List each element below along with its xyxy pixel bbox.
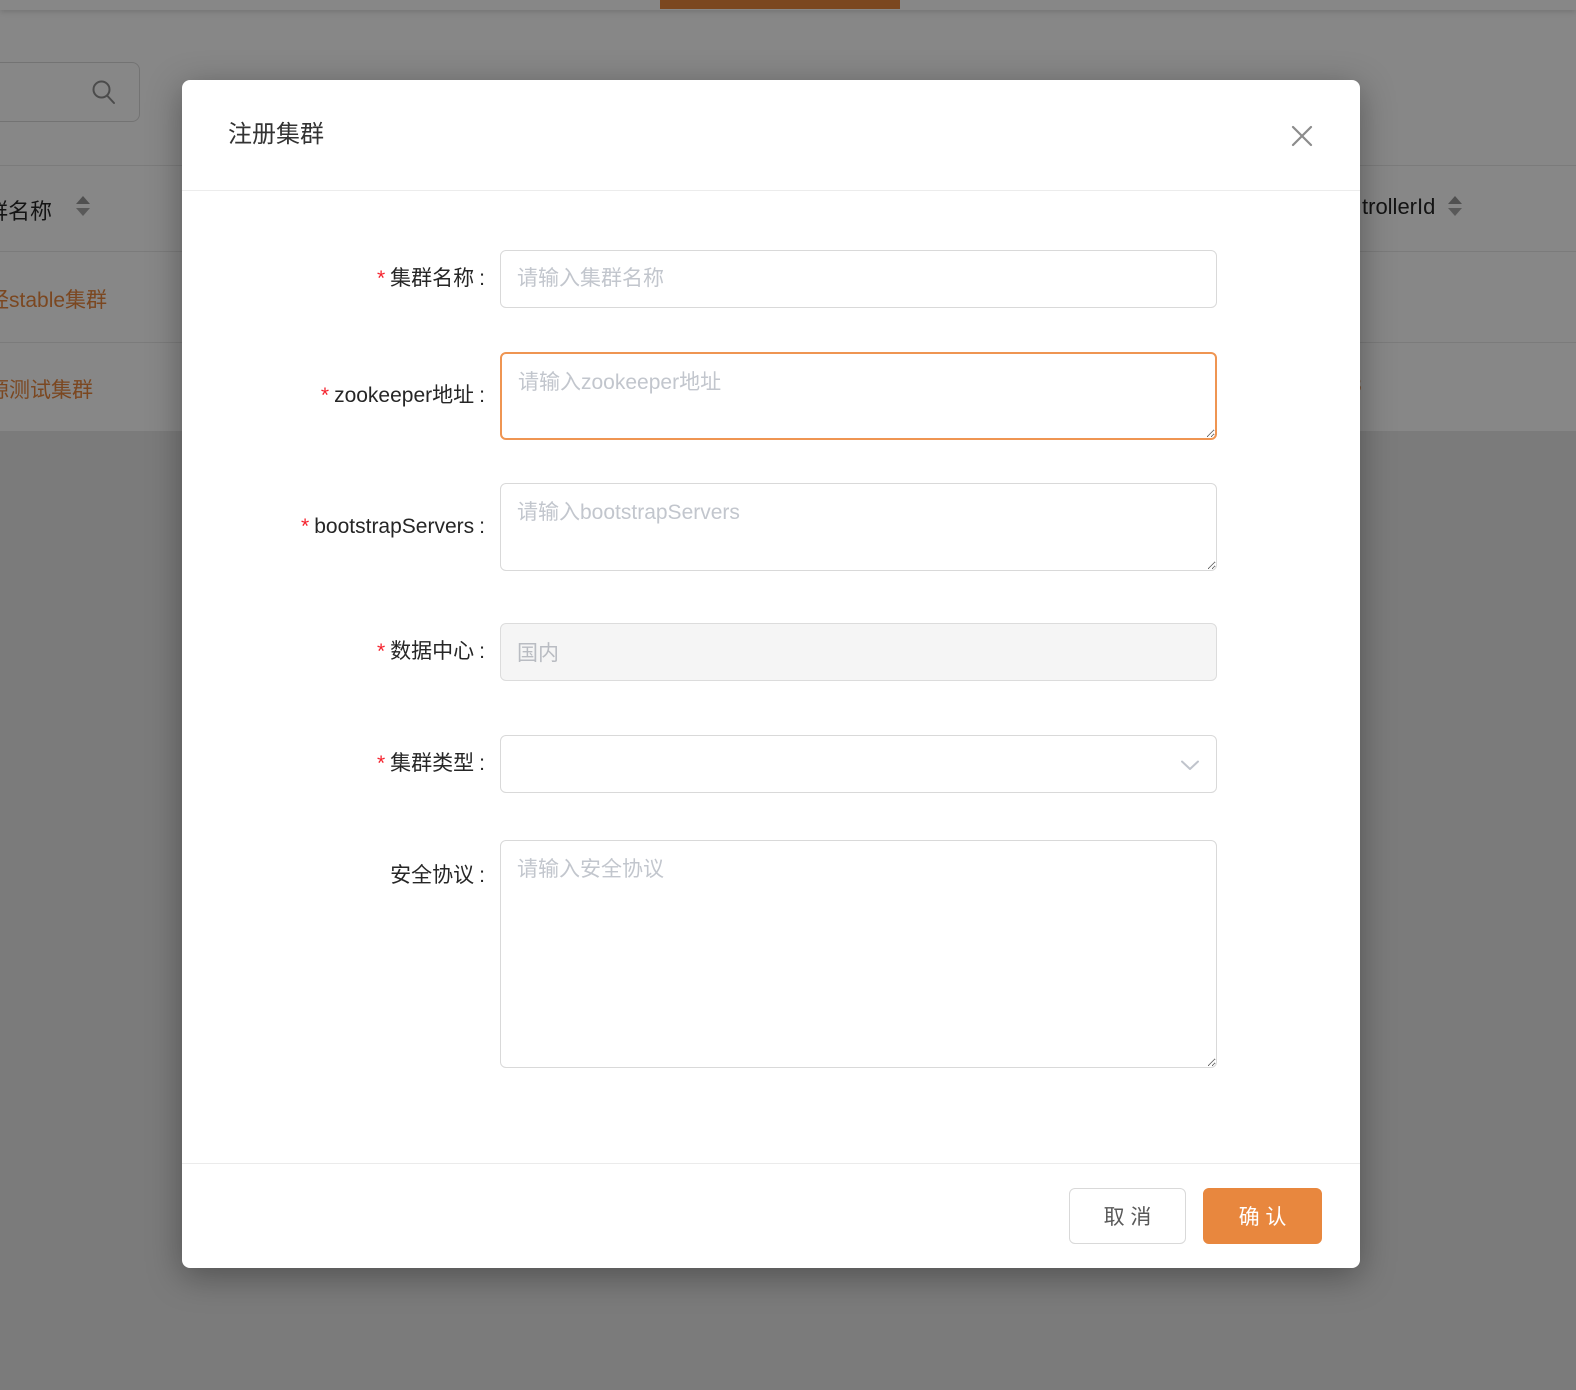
cluster-name-input[interactable]: [500, 250, 1217, 308]
field-label-text: 安全协议: [390, 864, 474, 887]
label-colon: :: [479, 752, 485, 775]
field-label: *zookeeper地址:: [182, 352, 485, 440]
required-mark: *: [377, 752, 385, 775]
field-label-text: 集群名称: [390, 267, 474, 290]
field-label-text: bootstrapServers: [314, 515, 474, 538]
field-label: *集群名称:: [182, 250, 485, 308]
required-mark: *: [321, 384, 329, 407]
label-colon: :: [479, 515, 485, 538]
label-colon: :: [479, 267, 485, 290]
field-label: *数据中心:: [182, 623, 485, 681]
security-protocol-textarea[interactable]: [500, 840, 1217, 1068]
label-colon: :: [479, 864, 485, 887]
cancel-button[interactable]: 取 消: [1069, 1188, 1186, 1244]
label-colon: :: [479, 384, 485, 407]
cluster-type-select[interactable]: [500, 735, 1217, 793]
field-label: *集群类型:: [182, 735, 485, 793]
label-colon: :: [479, 640, 485, 663]
field-label-text: 集群类型: [390, 752, 474, 775]
field-label: *bootstrapServers:: [182, 483, 485, 571]
bootstrap-servers-textarea[interactable]: [500, 483, 1217, 571]
modal-footer: 取 消 确 认: [182, 1163, 1360, 1268]
field-label-text: zookeeper地址: [334, 384, 474, 407]
close-button[interactable]: [1290, 124, 1314, 148]
modal-title: 注册集群: [228, 80, 324, 190]
chevron-down-icon: [1180, 760, 1200, 771]
close-icon: [1290, 124, 1314, 148]
zookeeper-address-textarea[interactable]: [500, 352, 1217, 440]
data-center-input: [500, 623, 1217, 681]
required-mark: *: [377, 640, 385, 663]
register-cluster-modal: 注册集群 *集群名称: *zookeeper地址: *bootstrapServ…: [182, 80, 1360, 1268]
field-label-text: 数据中心: [390, 640, 474, 663]
confirm-button[interactable]: 确 认: [1203, 1188, 1322, 1244]
modal-header: 注册集群: [182, 80, 1360, 191]
required-mark: *: [377, 267, 385, 290]
field-label: 安全协议:: [182, 840, 485, 891]
required-mark: *: [301, 515, 309, 538]
